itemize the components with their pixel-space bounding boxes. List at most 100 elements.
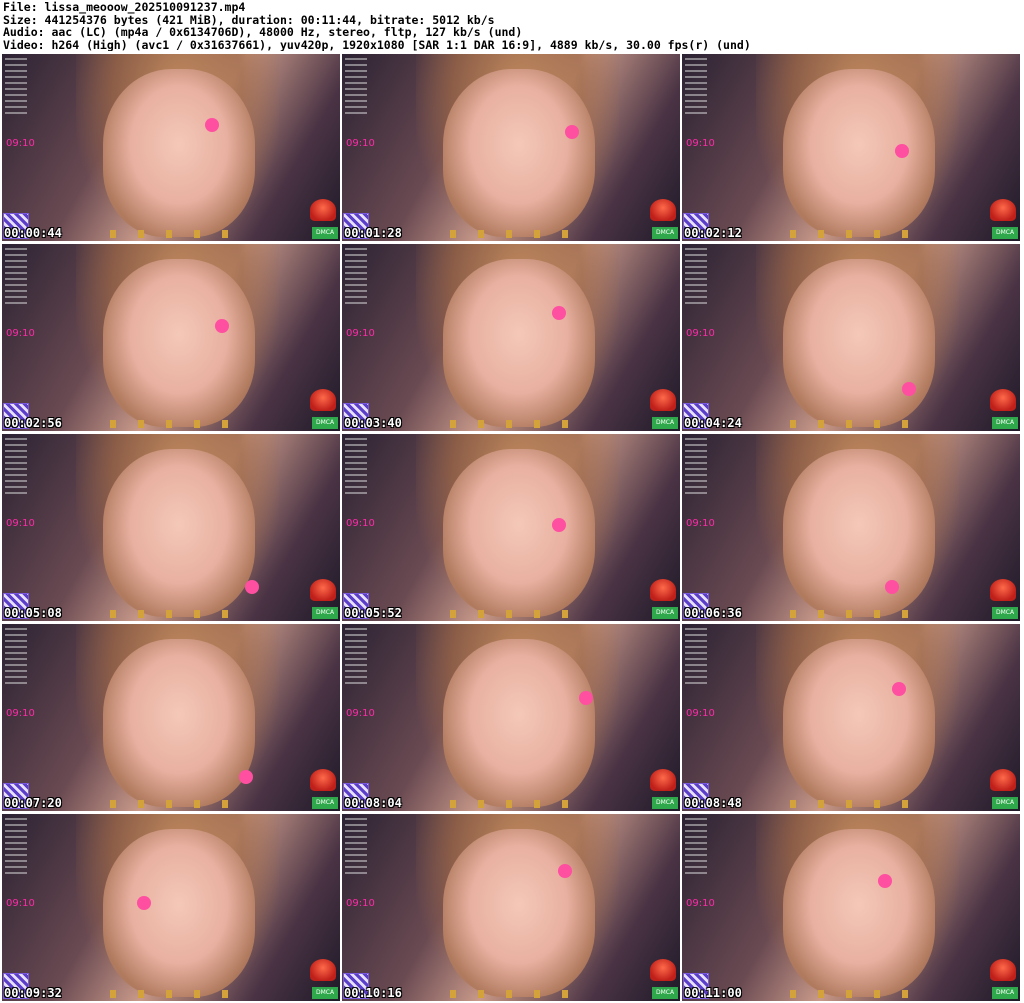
- thumbnail-face: [783, 828, 936, 998]
- overlay-clock: 09:10: [686, 898, 715, 909]
- pink-nose-sticker: [878, 873, 893, 888]
- thumbnail-face: [103, 638, 256, 808]
- thumbnail-timestamp: 00:11:00: [684, 986, 742, 1000]
- thumbnail-face: [443, 68, 596, 238]
- overlay-clock: 09:10: [6, 138, 35, 149]
- dmca-badge: DMCA: [312, 607, 338, 619]
- sticker-icons: [110, 610, 246, 618]
- video-thumbnail: 09:10 DMCA 00:06:36: [682, 434, 1020, 621]
- dmca-badge: DMCA: [652, 607, 678, 619]
- file-name-line: File: lissa_meooow_202510091237.mp4: [3, 1, 246, 14]
- pink-nose-sticker: [884, 579, 899, 594]
- pink-nose-sticker: [891, 681, 906, 696]
- overlay-clock: 09:10: [346, 898, 375, 909]
- lamp-decoration: [310, 769, 336, 791]
- pink-nose-sticker: [894, 143, 909, 158]
- stream-stats-overlay: [345, 248, 367, 304]
- sticker-icons: [790, 800, 926, 808]
- sticker-icons: [790, 990, 926, 998]
- thumbnail-timestamp: 00:03:40: [344, 416, 402, 430]
- video-thumbnail: 09:10 DMCA 00:08:48: [682, 624, 1020, 811]
- pink-nose-sticker: [551, 305, 566, 320]
- video-thumbnail: 09:10 DMCA 00:02:12: [682, 54, 1020, 241]
- overlay-clock: 09:10: [686, 708, 715, 719]
- thumbnail-face: [443, 258, 596, 428]
- thumbnail-face: [783, 448, 936, 618]
- dmca-badge: DMCA: [992, 987, 1018, 999]
- sticker-icons: [790, 610, 926, 618]
- video-thumbnail: 09:10 DMCA 00:09:32: [2, 814, 340, 1001]
- sticker-icons: [790, 420, 926, 428]
- pink-nose-sticker: [901, 382, 916, 397]
- video-thumbnail: 09:10 DMCA 00:10:16: [342, 814, 680, 1001]
- stream-stats-overlay: [5, 248, 27, 304]
- sticker-icons: [450, 230, 586, 238]
- lamp-decoration: [990, 199, 1016, 221]
- stream-stats-overlay: [345, 58, 367, 114]
- stream-stats-overlay: [5, 438, 27, 494]
- lamp-decoration: [650, 959, 676, 981]
- sticker-icons: [450, 990, 586, 998]
- thumbnail-face: [783, 258, 936, 428]
- thumbnail-timestamp: 00:02:12: [684, 226, 742, 240]
- stream-stats-overlay: [685, 438, 707, 494]
- overlay-clock: 09:10: [686, 138, 715, 149]
- thumbnail-face: [103, 258, 256, 428]
- stream-stats-overlay: [685, 628, 707, 684]
- dmca-badge: DMCA: [652, 797, 678, 809]
- pink-nose-sticker: [204, 117, 219, 132]
- overlay-clock: 09:10: [6, 518, 35, 529]
- thumbnail-timestamp: 00:08:04: [344, 796, 402, 810]
- video-thumbnail: 09:10 DMCA 00:11:00: [682, 814, 1020, 1001]
- video-thumbnail: 09:10 DMCA 00:03:40: [342, 244, 680, 431]
- dmca-badge: DMCA: [992, 417, 1018, 429]
- thumbnail-timestamp: 00:01:28: [344, 226, 402, 240]
- thumbnail-face: [783, 638, 936, 808]
- lamp-decoration: [310, 579, 336, 601]
- sticker-icons: [110, 990, 246, 998]
- stream-stats-overlay: [685, 818, 707, 874]
- file-size-line: Size: 441254376 bytes (421 MiB), duratio…: [3, 13, 495, 27]
- sticker-icons: [450, 610, 586, 618]
- thumbnail-face: [443, 638, 596, 808]
- stream-stats-overlay: [5, 58, 27, 114]
- sticker-icons: [110, 420, 246, 428]
- thumbnail-face: [103, 68, 256, 238]
- overlay-clock: 09:10: [686, 328, 715, 339]
- dmca-badge: DMCA: [652, 227, 678, 239]
- dmca-badge: DMCA: [312, 987, 338, 999]
- video-thumbnail: 09:10 DMCA 00:05:52: [342, 434, 680, 621]
- stream-stats-overlay: [685, 248, 707, 304]
- thumbnail-timestamp: 00:02:56: [4, 416, 62, 430]
- dmca-badge: DMCA: [992, 227, 1018, 239]
- dmca-badge: DMCA: [312, 797, 338, 809]
- overlay-clock: 09:10: [6, 898, 35, 909]
- overlay-clock: 09:10: [346, 518, 375, 529]
- pink-nose-sticker: [578, 691, 593, 706]
- thumbnail-timestamp: 00:04:24: [684, 416, 742, 430]
- lamp-decoration: [310, 199, 336, 221]
- sticker-icons: [790, 230, 926, 238]
- video-thumbnail: 09:10 DMCA 00:01:28: [342, 54, 680, 241]
- thumbnail-face: [443, 828, 596, 998]
- overlay-clock: 09:10: [346, 328, 375, 339]
- pink-nose-sticker: [214, 318, 229, 333]
- sticker-icons: [110, 800, 246, 808]
- dmca-badge: DMCA: [992, 607, 1018, 619]
- lamp-decoration: [310, 959, 336, 981]
- lamp-decoration: [990, 769, 1016, 791]
- pink-nose-sticker: [551, 518, 566, 533]
- stream-stats-overlay: [5, 628, 27, 684]
- thumbnail-grid: 09:10 DMCA 00:00:44 09:10 DMCA 00:01:28 09:10 D…: [2, 54, 1022, 1001]
- video-thumbnail: 09:10 DMCA 00:08:04: [342, 624, 680, 811]
- lamp-decoration: [650, 389, 676, 411]
- lamp-decoration: [650, 579, 676, 601]
- thumbnail-face: [103, 828, 256, 998]
- thumbnail-face: [783, 68, 936, 238]
- stream-stats-overlay: [345, 628, 367, 684]
- lamp-decoration: [990, 959, 1016, 981]
- lamp-decoration: [650, 769, 676, 791]
- video-thumbnail: 09:10 DMCA 00:04:24: [682, 244, 1020, 431]
- stream-stats-overlay: [345, 438, 367, 494]
- thumbnail-timestamp: 00:07:20: [4, 796, 62, 810]
